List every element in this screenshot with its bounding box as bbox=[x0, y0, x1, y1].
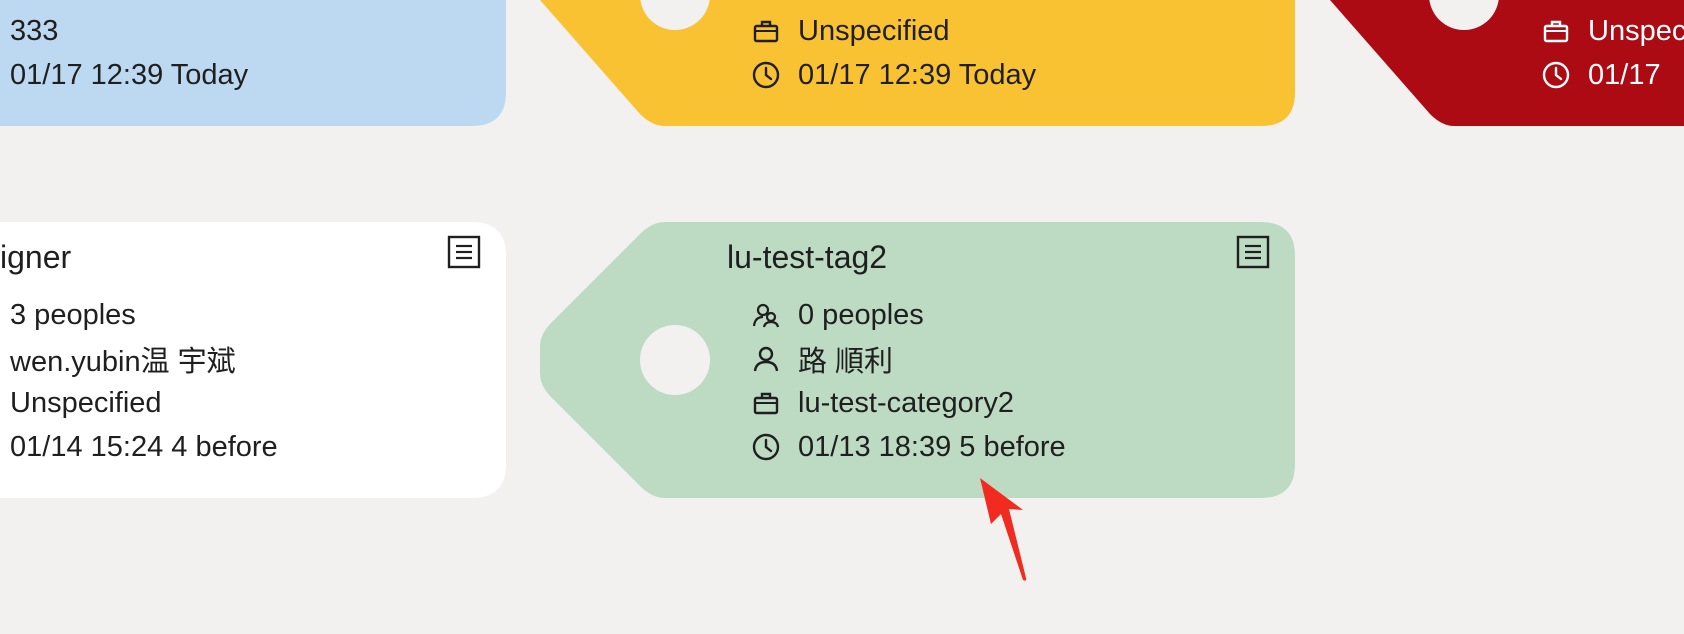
category-text: lu-test-category2 bbox=[798, 386, 1014, 419]
tag-card-red[interactable]: Unspec 01/17 bbox=[1330, 0, 1684, 126]
briefcase-icon bbox=[1540, 15, 1572, 47]
clock-icon bbox=[750, 431, 782, 463]
owner-text: 路 順利 bbox=[798, 346, 894, 378]
category-text: Unspecified bbox=[798, 14, 950, 47]
category-row: Unspecified bbox=[10, 381, 162, 425]
owner-row: 路 順利 bbox=[750, 337, 893, 381]
person-icon bbox=[750, 343, 782, 375]
date-row: 01/13 18:39 5 before bbox=[750, 425, 1066, 469]
tag-card-yellow[interactable]: Unspecified 01/17 12:39 Today bbox=[540, 0, 1295, 126]
date-row: 01/17 12:39 Today bbox=[10, 53, 248, 97]
annotation-arrow bbox=[980, 478, 1027, 581]
date-text: 01/14 15:24 4 before bbox=[10, 430, 278, 463]
tag-card-white[interactable]: igner 3 peoples wen.yubin温 宇斌 Unspecifie… bbox=[0, 222, 506, 498]
category-text: Unspec bbox=[1588, 14, 1684, 47]
members-text: 0 peoples bbox=[798, 298, 924, 331]
member-count: 333 bbox=[10, 14, 59, 47]
tag-card-green[interactable]: lu-test-tag2 0 peoples 路 順利 lu-test-cate… bbox=[540, 222, 1295, 498]
date-text: 01/17 12:39 Today bbox=[798, 58, 1037, 91]
members-text: 3 peoples bbox=[10, 298, 136, 331]
date-text: 01/13 18:39 5 before bbox=[798, 430, 1066, 463]
category-row: Unspecified bbox=[750, 9, 950, 53]
briefcase-icon bbox=[750, 15, 782, 47]
member-count-row: 333 bbox=[10, 9, 58, 53]
tag-title: lu-test-tag2 bbox=[727, 239, 888, 275]
category-row: lu-test-category2 bbox=[750, 381, 1014, 425]
owner-text: wen.yubin温 宇斌 bbox=[10, 346, 236, 378]
tag-card-blue[interactable]: 333 01/17 12:39 Today bbox=[0, 0, 506, 126]
people-icon bbox=[750, 299, 782, 331]
clock-icon bbox=[750, 59, 782, 91]
date-row: 01/14 15:24 4 before bbox=[10, 425, 278, 469]
date-text: 01/17 bbox=[1588, 58, 1661, 91]
owner-row: wen.yubin温 宇斌 bbox=[10, 337, 236, 381]
memo-icon[interactable] bbox=[446, 234, 482, 270]
date-row: 01/17 12:39 Today bbox=[750, 53, 1036, 97]
memo-icon[interactable] bbox=[1235, 234, 1271, 270]
date-text: 01/17 12:39 Today bbox=[10, 58, 249, 91]
members-row: 0 peoples bbox=[750, 293, 924, 337]
tag-title: igner bbox=[0, 239, 72, 275]
date-row: 01/17 bbox=[1540, 53, 1661, 97]
category-row: Unspec bbox=[1540, 9, 1684, 53]
category-text: Unspecified bbox=[10, 386, 162, 419]
briefcase-icon bbox=[750, 387, 782, 419]
members-row: 3 peoples bbox=[10, 293, 136, 337]
clock-icon bbox=[1540, 59, 1572, 91]
